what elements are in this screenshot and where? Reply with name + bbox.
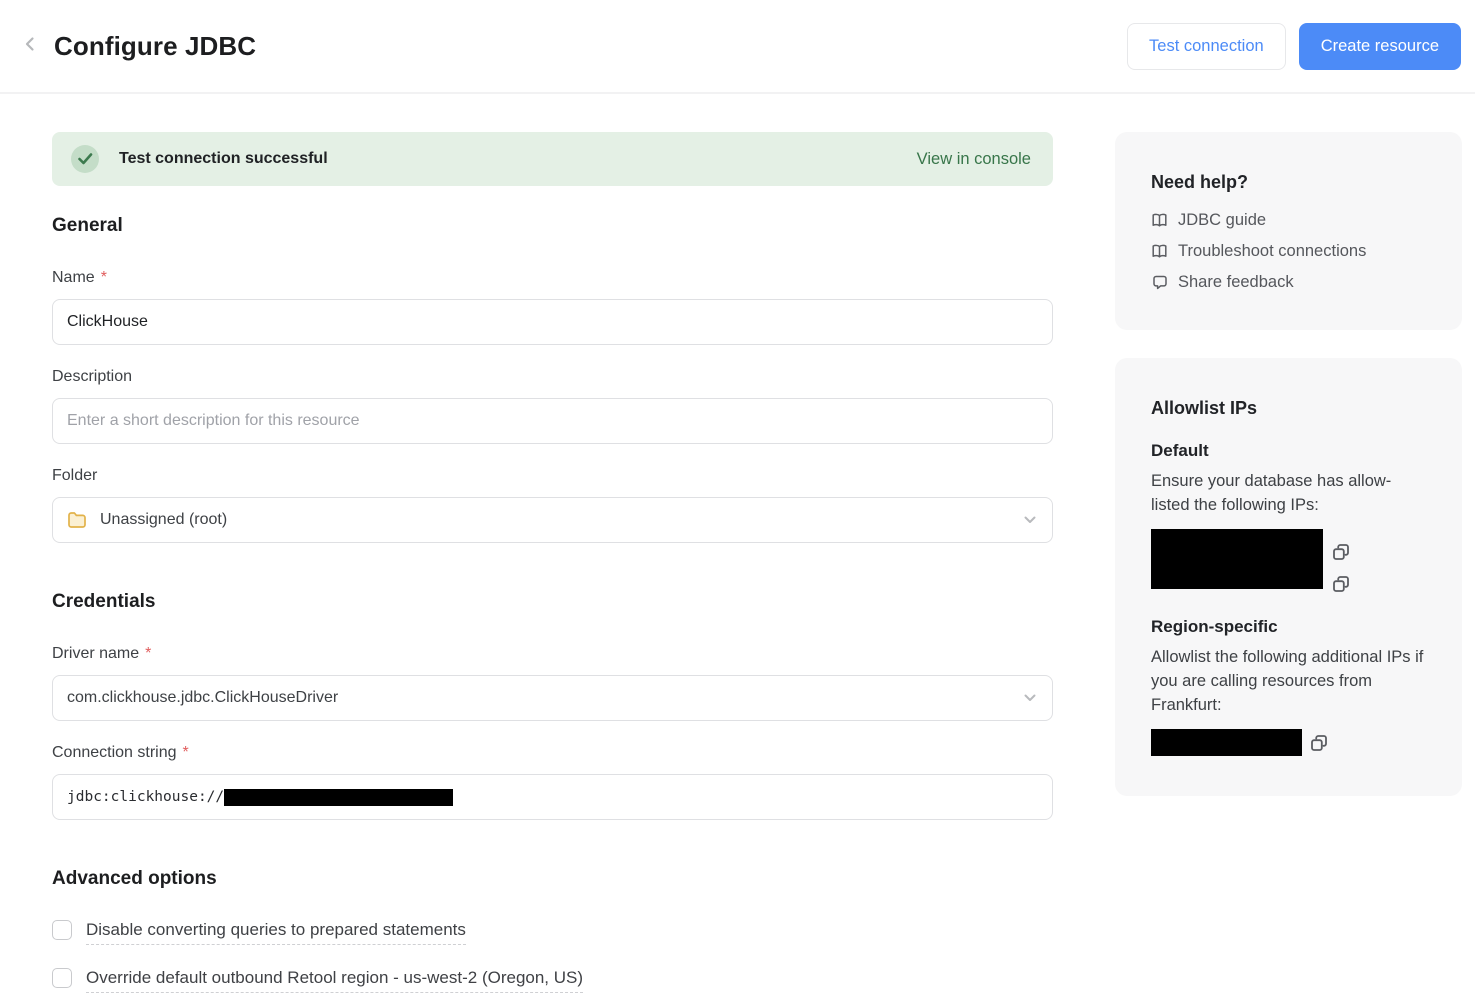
troubleshoot-connections-link[interactable]: Troubleshoot connections [1151, 242, 1428, 261]
allowlist-heading: Allowlist IPs [1151, 398, 1428, 419]
connection-string-prefix: jdbc:clickhouse:// [67, 789, 224, 805]
folder-icon [67, 511, 87, 529]
description-label: Description [52, 368, 1053, 386]
redacted-default-ips [1151, 529, 1323, 589]
name-field-group: Name* [52, 269, 1053, 345]
copy-icon[interactable] [1332, 543, 1350, 561]
allowlist-ips-panel: Allowlist IPs Default Ensure your databa… [1115, 358, 1462, 796]
chat-bubble-icon [1151, 275, 1168, 290]
required-asterisk: * [101, 269, 107, 287]
banner-message: Test connection successful [119, 150, 328, 168]
allowlist-default-subheading: Default [1151, 441, 1428, 461]
override-region-checkbox[interactable] [52, 968, 72, 988]
chevron-down-icon [1024, 689, 1036, 707]
driver-name-select-value: com.clickhouse.jdbc.ClickHouseDriver [67, 689, 338, 707]
jdbc-guide-link[interactable]: JDBC guide [1151, 211, 1428, 230]
advanced-options-heading: Advanced options [52, 868, 1053, 890]
copy-icon[interactable] [1310, 734, 1328, 752]
success-banner: Test connection successful View in conso… [52, 132, 1053, 186]
default-ip-block [1151, 529, 1428, 593]
required-asterisk: * [145, 645, 151, 663]
description-input[interactable] [52, 398, 1053, 444]
need-help-panel: Need help? JDBC guide Troubleshoot conne… [1115, 132, 1462, 330]
redacted-connection-host [224, 789, 453, 806]
checkbox-label[interactable]: Disable converting queries to prepared s… [86, 919, 466, 945]
folder-field-group: Folder Unassigned (root) [52, 467, 1053, 543]
connection-string-input[interactable]: jdbc:clickhouse:// [52, 774, 1053, 820]
back-button[interactable] [16, 32, 44, 60]
credentials-heading: Credentials [52, 591, 1053, 613]
book-icon [1151, 244, 1168, 259]
advanced-option-row: Override default outbound Retool region … [52, 967, 1053, 993]
general-heading: General [52, 215, 1053, 237]
folder-select-value: Unassigned (root) [100, 511, 227, 529]
folder-select[interactable]: Unassigned (root) [52, 497, 1053, 543]
page-header: Configure JDBC Test connection Create re… [0, 0, 1475, 94]
book-icon [1151, 213, 1168, 228]
prepared-statements-checkbox[interactable] [52, 920, 72, 940]
test-connection-button[interactable]: Test connection [1127, 23, 1286, 70]
header-actions: Test connection Create resource [1127, 23, 1461, 70]
help-link-label: Share feedback [1178, 273, 1294, 292]
help-sidebar: Need help? JDBC guide Troubleshoot conne… [1115, 132, 1462, 993]
required-asterisk: * [183, 744, 189, 762]
copy-buttons [1332, 529, 1350, 593]
allowlist-region-body: Allowlist the following additional IPs i… [1151, 645, 1428, 717]
check-circle-icon [71, 145, 99, 173]
driver-name-field-group: Driver name* com.clickhouse.jdbc.ClickHo… [52, 645, 1053, 721]
chevron-down-icon [1024, 511, 1036, 529]
connection-string-field-group: Connection string* jdbc:clickhouse:// [52, 744, 1053, 820]
help-link-label: Troubleshoot connections [1178, 242, 1366, 261]
redacted-region-ip [1151, 729, 1302, 756]
driver-name-select[interactable]: com.clickhouse.jdbc.ClickHouseDriver [52, 675, 1053, 721]
help-link-label: JDBC guide [1178, 211, 1266, 230]
view-in-console-link[interactable]: View in console [917, 150, 1031, 169]
allowlist-region-subheading: Region-specific [1151, 617, 1428, 637]
connection-string-label: Connection string* [52, 744, 1053, 762]
description-field-group: Description [52, 368, 1053, 444]
region-ip-block [1151, 729, 1428, 756]
driver-name-label: Driver name* [52, 645, 1053, 663]
share-feedback-link[interactable]: Share feedback [1151, 273, 1428, 292]
copy-buttons [1310, 729, 1328, 756]
chevron-left-icon [23, 36, 37, 57]
advanced-option-row: Disable converting queries to prepared s… [52, 919, 1053, 945]
name-label: Name* [52, 269, 1053, 287]
create-resource-button[interactable]: Create resource [1299, 23, 1461, 70]
need-help-heading: Need help? [1151, 172, 1428, 193]
name-input[interactable] [52, 299, 1053, 345]
config-form: Test connection successful View in conso… [52, 132, 1053, 993]
allowlist-default-body: Ensure your database has allow-listed th… [1151, 469, 1428, 517]
checkbox-label[interactable]: Override default outbound Retool region … [86, 967, 583, 993]
page-title: Configure JDBC [54, 31, 256, 62]
folder-label: Folder [52, 467, 1053, 485]
copy-icon[interactable] [1332, 575, 1350, 593]
help-links: JDBC guide Troubleshoot connections Shar… [1151, 211, 1428, 292]
